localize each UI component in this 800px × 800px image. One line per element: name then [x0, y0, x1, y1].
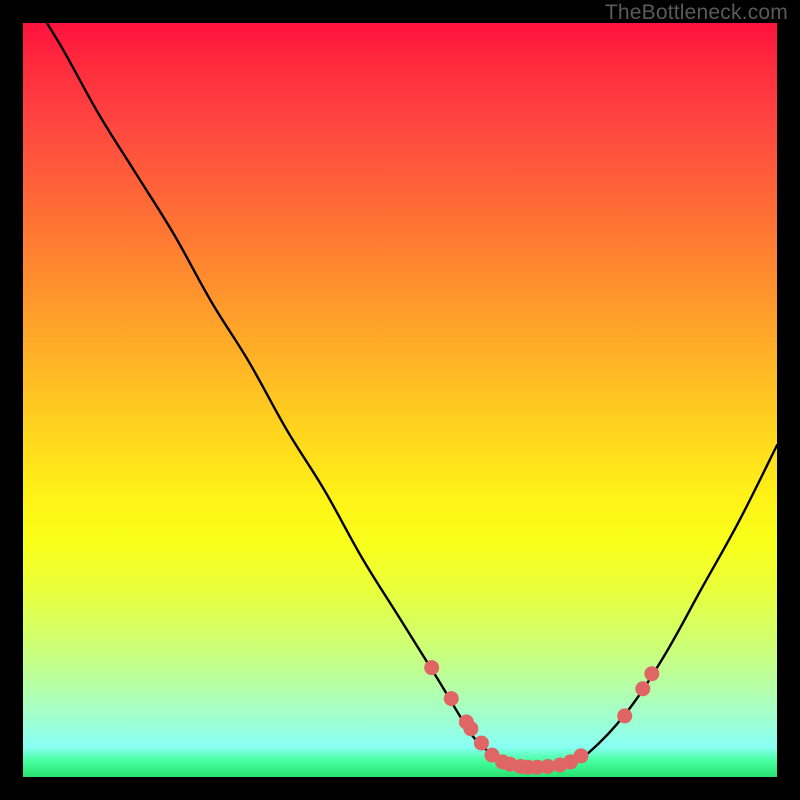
highlight-dot: [573, 748, 588, 763]
highlight-dot: [635, 681, 650, 696]
highlight-dot: [474, 736, 489, 751]
bottleneck-curve: [23, 23, 777, 768]
watermark-label: TheBottleneck.com: [605, 1, 788, 25]
chart-svg: [23, 23, 777, 777]
highlight-dot: [617, 708, 632, 723]
highlight-dot: [444, 691, 459, 706]
plot-area: [23, 23, 777, 777]
highlight-dot: [463, 721, 478, 736]
chart-frame: TheBottleneck.com: [0, 0, 800, 800]
highlight-dot: [644, 666, 659, 681]
highlight-dot: [424, 660, 439, 675]
